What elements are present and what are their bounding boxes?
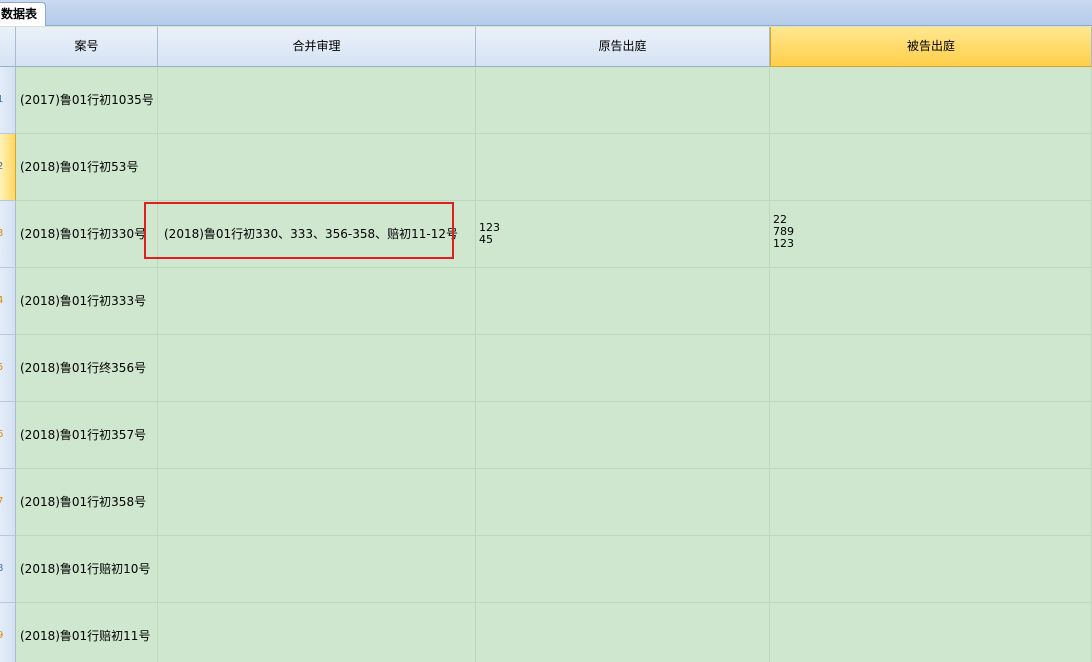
row-header[interactable]: 8 [0,536,16,603]
cell-plaintiff-appearance[interactable] [476,603,770,662]
cell-text: 22 789 123 [773,213,794,250]
cell-merged-trial[interactable] [158,603,476,662]
row-number: 6 [0,429,3,441]
corner-header[interactable] [0,27,16,67]
row-header[interactable]: 4 [0,268,16,335]
cell-text: (2017)鲁01行初1035号 [20,93,154,107]
row-header[interactable]: 9 [0,603,16,662]
cell-defendant-appearance[interactable] [770,67,1092,134]
column-header-case-no[interactable]: 案号 [16,27,158,67]
cell-defendant-appearance[interactable] [770,268,1092,335]
row-header[interactable]: 3 [0,201,16,268]
cell-plaintiff-appearance[interactable] [476,469,770,536]
row-number: 8 [0,563,3,575]
row-number: 9 [0,630,3,642]
row-header[interactable]: 1 [0,67,16,134]
cell-text: (2018)鲁01行赔初11号 [20,629,151,643]
cell-text: (2018)鲁01行终356号 [20,361,147,375]
cell-plaintiff-appearance[interactable] [476,335,770,402]
cell-defendant-appearance[interactable] [770,134,1092,201]
cell-defendant-appearance[interactable] [770,469,1092,536]
cell-text: (2018)鲁01行赔初10号 [20,562,151,576]
cell-case-no[interactable]: (2018)鲁01行赔初11号 [16,603,158,662]
cell-merged-trial[interactable] [158,134,476,201]
row-number: 3 [0,228,3,240]
cell-plaintiff-appearance[interactable] [476,134,770,201]
row-number: 2 [0,161,3,173]
cell-case-no[interactable]: (2018)鲁01行赔初10号 [16,536,158,603]
cell-merged-trial[interactable] [158,335,476,402]
cell-plaintiff-appearance[interactable] [476,402,770,469]
cell-merged-trial[interactable] [158,402,476,469]
cell-text: (2018)鲁01行初333号 [20,294,147,308]
column-header-defendant-appearance[interactable]: 被告出庭 [770,27,1092,67]
row-number: 4 [0,295,3,307]
row-header[interactable]: 6 [0,402,16,469]
cell-merged-trial[interactable] [158,469,476,536]
cell-merged-trial[interactable] [158,536,476,603]
cell-text: (2018)鲁01行初358号 [20,495,147,509]
column-header-merged-trial[interactable]: 合并审理 [158,27,476,67]
cell-case-no[interactable]: (2018)鲁01行初333号 [16,268,158,335]
cell-plaintiff-appearance[interactable] [476,268,770,335]
cell-text: (2018)鲁01行初357号 [20,428,147,442]
row-number: 5 [0,362,3,374]
data-grid: 案号 合并审理 原告出庭 被告出庭 1 (2017)鲁01行初1035号 2 (… [0,27,1092,662]
cell-merged-trial[interactable] [158,67,476,134]
cell-plaintiff-appearance[interactable] [476,536,770,603]
cell-text: (2018)鲁01行初330号 [20,227,147,241]
row-header[interactable]: 7 [0,469,16,536]
cell-defendant-appearance[interactable] [770,536,1092,603]
cell-merged-trial[interactable]: (2018)鲁01行初330、333、356-358、赔初11-12号 [158,201,476,268]
column-header-plaintiff-appearance[interactable]: 原告出庭 [476,27,770,67]
cell-text: (2018)鲁01行初330、333、356-358、赔初11-12号 [164,227,458,241]
cell-case-no[interactable]: (2018)鲁01行初330号 [16,201,158,268]
tab-data-table[interactable]: 数据表 [0,2,46,26]
cell-case-no[interactable]: (2017)鲁01行初1035号 [16,67,158,134]
cell-plaintiff-appearance[interactable] [476,67,770,134]
cell-case-no[interactable]: (2018)鲁01行初358号 [16,469,158,536]
cell-plaintiff-appearance[interactable]: 123 45 [476,201,770,268]
cell-defendant-appearance[interactable] [770,603,1092,662]
cell-defendant-appearance[interactable] [770,402,1092,469]
row-number: 1 [0,94,3,106]
row-number: 7 [0,496,3,508]
row-header[interactable]: 2 [0,134,16,201]
cell-merged-trial[interactable] [158,268,476,335]
tab-bar: 数据表 [0,0,1092,26]
cell-case-no[interactable]: (2018)鲁01行终356号 [16,335,158,402]
cell-text: (2018)鲁01行初53号 [20,160,139,174]
cell-case-no[interactable]: (2018)鲁01行初53号 [16,134,158,201]
cell-defendant-appearance[interactable]: 22 789 123 [770,201,1092,268]
cell-defendant-appearance[interactable] [770,335,1092,402]
row-header[interactable]: 5 [0,335,16,402]
cell-text: 123 45 [479,221,500,246]
cell-case-no[interactable]: (2018)鲁01行初357号 [16,402,158,469]
